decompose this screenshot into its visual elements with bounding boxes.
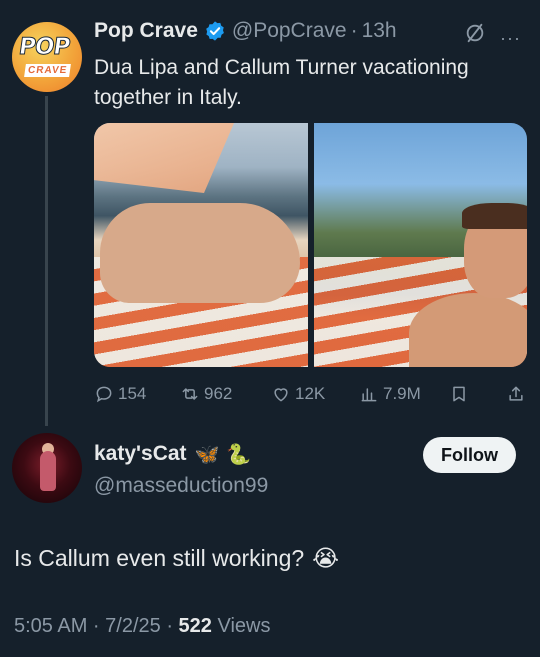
- photo-woman-on-beach-chair[interactable]: [94, 123, 308, 367]
- person-hair: [461, 203, 527, 229]
- like-count: 12K: [295, 384, 326, 403]
- avatar-figure-body: [40, 451, 56, 491]
- reply-icon: [96, 386, 112, 403]
- grok-icon[interactable]: [464, 22, 486, 44]
- repost-count: 962: [204, 384, 233, 403]
- repost-action[interactable]: 962: [180, 384, 232, 404]
- more-icon[interactable]: ···: [500, 28, 521, 49]
- share-action[interactable]: [506, 384, 526, 404]
- avatar-logo-subtext: CRAVE: [24, 64, 72, 77]
- tweet-time[interactable]: 13h: [362, 19, 397, 43]
- reply-meta: 5:05 AM · 7/2/25 · 522 Views: [14, 615, 270, 638]
- tweet-actions: 154 962 12K 7.9M: [94, 380, 530, 410]
- reply-author-name[interactable]: katy'sCat: [94, 442, 187, 466]
- reply-author-name-row: katy'sCat 🦋 🐍: [94, 442, 251, 466]
- butterfly-snake-emoji: 🦋 🐍: [194, 442, 252, 466]
- tweet-header: Pop Crave @PopCrave · 13h: [94, 19, 397, 43]
- separator-dot: ·: [350, 19, 358, 42]
- repost-icon: [182, 388, 198, 400]
- reply-views-count: 522: [178, 615, 212, 637]
- reply-action[interactable]: 154: [94, 384, 146, 404]
- views-count: 7.9M: [383, 384, 421, 403]
- umbrella-shape: [94, 123, 234, 193]
- author-avatar[interactable]: POP CRAVE: [12, 22, 82, 92]
- verified-badge-icon: [206, 21, 224, 41]
- reply-timestamp[interactable]: 5:05 AM · 7/2/25 ·: [14, 615, 179, 637]
- bookmark-action[interactable]: [449, 384, 469, 404]
- sunbathing-person: [100, 203, 300, 303]
- reply-count: 154: [118, 384, 147, 403]
- author-handle[interactable]: @PopCrave: [232, 19, 347, 43]
- crying-face-emoji: 😭: [312, 546, 340, 572]
- author-name[interactable]: Pop Crave: [94, 19, 198, 43]
- views-icon: [361, 388, 377, 402]
- views-action[interactable]: 7.9M: [359, 384, 421, 404]
- follow-button[interactable]: Follow: [423, 437, 516, 473]
- photo-man-on-beach-chair[interactable]: [313, 123, 527, 367]
- bookmark-icon: [453, 386, 465, 402]
- reply-views-label: Views: [211, 615, 271, 637]
- like-action[interactable]: 12K: [271, 384, 325, 404]
- share-icon: [509, 386, 523, 401]
- reply-text: Is Callum even still working?: [14, 545, 305, 571]
- thread-line: [45, 96, 48, 426]
- tweet-text: Dua Lipa and Callum Turner vacationing t…: [94, 56, 469, 109]
- like-icon: [274, 388, 288, 402]
- tweet-media[interactable]: [94, 123, 527, 367]
- reply-text-row: Is Callum even still working? 😭: [14, 545, 339, 572]
- reply-author-avatar[interactable]: [12, 433, 82, 503]
- reply-author-handle[interactable]: @masseduction99: [94, 474, 268, 498]
- avatar-logo-text: POP: [17, 34, 72, 61]
